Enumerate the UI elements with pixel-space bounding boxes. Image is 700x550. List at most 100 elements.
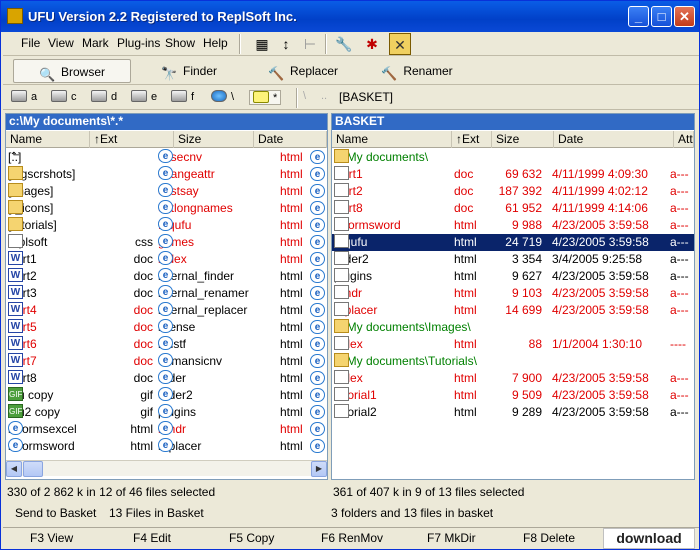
file-row[interactable]: WPart2doc xyxy=(6,268,156,285)
scroll-left-button[interactable]: ◀ xyxy=(6,461,22,477)
menu-mark[interactable]: Mark xyxy=(82,36,109,50)
drive-c[interactable]: c xyxy=(51,90,77,103)
col-ext[interactable]: ↑Ext xyxy=(90,131,174,148)
col-size[interactable]: Size xyxy=(492,131,554,148)
basket-folder-row[interactable]: c:\My documents\ xyxy=(332,149,694,166)
file-row[interactable]: eorderhtmle xyxy=(158,370,326,387)
basket-file-row[interactable]: randrhtml9 1034/23/2005 3:59:58a--- xyxy=(332,285,694,302)
send-to-basket-button[interactable]: Send to Basket xyxy=(9,503,107,523)
file-row[interactable]: [tutorials] xyxy=(6,217,156,234)
asterisk-icon[interactable]: ✱ xyxy=(361,33,383,55)
basket-file-row[interactable]: plugins html 9 627 4/23/2005 3:59:58 a--- xyxy=(332,268,694,285)
tab-replacer[interactable]: 🔨 Replacer xyxy=(247,59,359,83)
network-root[interactable]: \ xyxy=(211,90,234,103)
file-row[interactable]: GIF ufu2 copy gif xyxy=(6,404,156,421)
minimize-button[interactable]: _ xyxy=(628,6,649,27)
menu-help[interactable]: Help xyxy=(203,36,228,50)
selected-file-row[interactable]: faqufu html 24 719 4/23/2005 3:59:58 a--- xyxy=(332,234,694,251)
file-row[interactable]: WPart5doc xyxy=(6,319,156,336)
col-date[interactable]: Date xyxy=(254,131,327,148)
exit-icon[interactable]: ✕ xyxy=(389,33,411,55)
file-row[interactable]: WPart8doc xyxy=(6,370,156,387)
basket-file-row[interactable]: tutorial1 html 9 509 4/23/2005 3:59:58 a--- xyxy=(332,387,694,404)
drive-a[interactable]: a xyxy=(11,90,37,103)
file-row[interactable]: emlistfhtmle xyxy=(158,336,326,353)
col-name[interactable]: Name xyxy=(332,131,452,148)
file-row[interactable]: WPart1doc xyxy=(6,251,156,268)
basket-file-row[interactable]: Part1doc69 6324/11/1999 4:09:30a--- xyxy=(332,166,694,183)
col-name[interactable]: Name xyxy=(6,131,90,148)
file-row[interactable]: e brformsexcel html xyxy=(6,421,156,438)
file-row[interactable]: e faqufu html e xyxy=(158,217,326,234)
file-row[interactable]: e games html e xyxy=(158,234,326,251)
menu-view[interactable]: View xyxy=(48,36,74,50)
menu-plugins[interactable]: Plug-ins xyxy=(117,36,160,50)
file-row[interactable]: [images] xyxy=(6,183,156,200)
file-row[interactable]: e custsay html e xyxy=(158,183,326,200)
drive-f[interactable]: f xyxy=(171,90,194,103)
left-file-panel[interactable]: c:\My documents\*.* Name ↑Ext Size Date … xyxy=(5,113,328,480)
file-row[interactable]: WPart4doc xyxy=(6,302,156,319)
file-row[interactable]: ⬑ [..] xyxy=(6,149,156,166)
left-horizontal-scrollbar[interactable]: ◀ ▶ xyxy=(6,460,327,477)
file-row[interactable]: e order2 html e xyxy=(158,387,326,404)
scroll-right-button[interactable]: ▶ xyxy=(311,461,327,477)
file-row[interactable]: e plugins html e xyxy=(158,404,326,421)
col-ext[interactable]: ↑Ext xyxy=(452,131,492,148)
file-row[interactable]: GIF ufu copy gif xyxy=(6,387,156,404)
drive-e[interactable]: e xyxy=(131,90,157,103)
tab-finder[interactable]: 🔭 Finder xyxy=(133,59,245,83)
col-attr[interactable]: Attı xyxy=(674,131,694,148)
basket-file-row[interactable]: order2 html 3 354 3/4/2005 9:25:58 a--- xyxy=(332,251,694,268)
tree-icon[interactable]: ⊢ xyxy=(299,33,321,55)
select-all-icon[interactable]: ▦ xyxy=(251,33,273,55)
basket-file-row[interactable]: Part8doc61 9524/11/1999 4:14:06a--- xyxy=(332,200,694,217)
nav-up[interactable]: .. xyxy=(321,90,327,102)
basket-folder-row[interactable]: c:\My documents\Images\ xyxy=(332,319,694,336)
close-button[interactable]: ✕ xyxy=(674,6,695,27)
file-row[interactable]: e internal_replacer html e xyxy=(158,302,326,319)
f4-edit-button[interactable]: F4 Edit xyxy=(133,531,171,545)
basket-file-row[interactable]: replacer html 14 699 4/23/2005 3:59:58 a--- xyxy=(332,302,694,319)
file-row[interactable]: e internal_renamer html e xyxy=(158,285,326,302)
file-row[interactable]: eindexhtmle xyxy=(158,251,326,268)
f5-copy-button[interactable]: F5 Copy xyxy=(229,531,274,545)
file-row[interactable]: WPart6doc xyxy=(6,336,156,353)
menu-show[interactable]: Show xyxy=(165,36,195,50)
right-basket-panel[interactable]: BASKET Name ↑Ext Size Date Attı c:\My do… xyxy=(331,113,695,480)
basket-file-row[interactable]: indexhtml7 9004/23/2005 3:59:58a--- xyxy=(332,370,694,387)
file-row[interactable]: e license html e xyxy=(158,319,326,336)
f8-delete-button[interactable]: F8 Delete xyxy=(523,531,575,545)
file-row[interactable]: WPart7doc xyxy=(6,353,156,370)
f7-mkdir-button[interactable]: F7 MkDir xyxy=(427,531,476,545)
f3-view-button[interactable]: F3 View xyxy=(30,531,73,545)
file-row[interactable]: replsoft css xyxy=(6,234,156,251)
tools-icon[interactable]: 🔧 xyxy=(333,33,355,55)
basket-file-row[interactable]: brformsword html 9 988 4/23/2005 3:59:58 a--… xyxy=(332,217,694,234)
file-row[interactable]: WPart3doc xyxy=(6,285,156,302)
col-date[interactable]: Date xyxy=(554,131,674,148)
file-row[interactable]: e replacer html e xyxy=(158,438,326,455)
tab-browser[interactable]: 🔍 Browser xyxy=(13,59,131,83)
basket-file-row[interactable]: tutorial2 html 9 289 4/23/2005 3:59:58 a--- xyxy=(332,404,694,421)
col-size[interactable]: Size xyxy=(174,131,254,148)
file-row[interactable]: [r_icons] xyxy=(6,200,156,217)
file-row[interactable]: e brformsword html xyxy=(6,438,156,455)
nav-back[interactable]: \ xyxy=(303,90,306,102)
file-row[interactable]: [bigscrshots] xyxy=(6,166,156,183)
drive-d[interactable]: d xyxy=(91,90,117,103)
invert-selection-icon[interactable]: ↕ xyxy=(275,33,297,55)
file-row[interactable]: e casecnv html e xyxy=(158,149,326,166)
basket-drive[interactable]: * xyxy=(249,90,282,105)
menu-file[interactable]: File xyxy=(21,36,40,50)
scroll-thumb[interactable] xyxy=(23,461,43,477)
file-row[interactable]: e changeattr html e xyxy=(158,166,326,183)
basket-folder-row[interactable]: c:\My documents\Tutorials\ xyxy=(332,353,694,370)
file-row[interactable]: e internal_finder html e xyxy=(158,268,326,285)
basket-file-row[interactable]: indexhtml881/1/2004 1:30:10---- xyxy=(332,336,694,353)
file-row[interactable]: erandrhtmle xyxy=(158,421,326,438)
tab-renamer[interactable]: 🔨 Renamer xyxy=(361,59,473,83)
file-row[interactable]: e oemansicnv html e xyxy=(158,353,326,370)
file-row[interactable]: e cutlongnames html e xyxy=(158,200,326,217)
basket-file-row[interactable]: Part2doc187 3924/11/1999 4:02:12a--- xyxy=(332,183,694,200)
